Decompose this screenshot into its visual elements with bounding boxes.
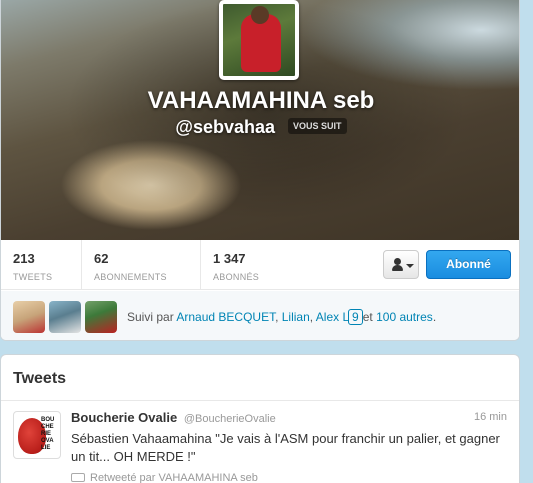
stat-followers-count: 1 347 bbox=[213, 251, 246, 266]
tweet-timestamp[interactable]: 16 min bbox=[474, 411, 507, 423]
tweets-card: Tweets BOU CHE RIE OVA LIE Boucherie Ova… bbox=[0, 354, 520, 483]
profile-name: VAHAAMAHINA seb bbox=[147, 87, 375, 114]
tweet-retweet-context[interactable]: Retweeté par VAHAAMAHINA seb bbox=[71, 472, 258, 483]
follows-you-badge: VOUS SUIT bbox=[288, 118, 347, 135]
text-cursor-box[interactable]: 9 bbox=[348, 309, 363, 325]
followed-by-prefix: Suivi par bbox=[127, 310, 174, 324]
follower-avatar-3[interactable] bbox=[85, 301, 117, 333]
stat-followers-label: ABONNÉS bbox=[213, 272, 260, 282]
followed-by-text: Suivi par Arnaud BECQUET, Lilian, Alex L… bbox=[127, 309, 437, 325]
user-icon bbox=[392, 258, 403, 272]
profile-handle-row: @sebvahaa VOUS SUIT bbox=[1, 117, 519, 138]
tweet-item[interactable]: BOU CHE RIE OVA LIE Boucherie Ovalie @Bo… bbox=[1, 401, 519, 483]
tweet-author[interactable]: Boucherie Ovalie @BoucherieOvalie bbox=[71, 410, 276, 425]
tweet-author-avatar[interactable]: BOU CHE RIE OVA LIE bbox=[13, 411, 61, 459]
tweet-text: Sébastien Vahaamahina "Je vais à l'ASM p… bbox=[71, 431, 500, 464]
stat-tweets-count: 213 bbox=[13, 251, 35, 266]
tweet-author-screenname[interactable]: @BoucherieOvalie bbox=[184, 413, 276, 425]
stat-following-label: ABONNEMENTS bbox=[94, 272, 167, 282]
retweet-icon bbox=[71, 472, 85, 482]
follower-link-3[interactable]: Alex L bbox=[316, 310, 349, 324]
stat-following[interactable]: 62 ABONNEMENTS bbox=[82, 240, 201, 290]
profile-header-card: VAHAAMAHINA seb @sebvahaa VOUS SUIT 213 … bbox=[0, 0, 520, 341]
stat-following-count: 62 bbox=[94, 251, 109, 266]
follower-link-2[interactable]: Lilian bbox=[282, 310, 310, 324]
stat-followers[interactable]: 1 347 ABONNÉS bbox=[201, 240, 319, 290]
follower-avatar-2[interactable] bbox=[49, 301, 81, 333]
follower-avatar-1[interactable] bbox=[13, 301, 45, 333]
followed-by-others-link[interactable]: 100 autres bbox=[376, 310, 433, 324]
profile-avatar[interactable] bbox=[219, 0, 299, 80]
tweets-section-title: Tweets bbox=[13, 370, 67, 387]
followed-by-bar: Suivi par Arnaud BECQUET, Lilian, Alex L… bbox=[1, 291, 519, 340]
tweet-author-fullname[interactable]: Boucherie Ovalie bbox=[71, 410, 177, 425]
avatar-logo-text: BOU CHE RIE OVA LIE bbox=[41, 417, 55, 451]
chevron-down-icon bbox=[406, 264, 414, 268]
avatar-player-head bbox=[251, 6, 269, 24]
profile-handle: @sebvahaa bbox=[175, 117, 276, 137]
followed-by-et: et bbox=[362, 310, 373, 324]
follower-link-1[interactable]: Arnaud BECQUET bbox=[176, 310, 275, 324]
stat-tweets-label: TWEETS bbox=[13, 272, 53, 282]
following-button[interactable]: Abonné bbox=[426, 250, 511, 279]
stat-tweets[interactable]: 213 TWEETS bbox=[1, 240, 82, 290]
user-actions-dropdown-button[interactable] bbox=[383, 250, 419, 279]
retweet-context-text: Retweeté par VAHAAMAHINA seb bbox=[90, 472, 258, 483]
followed-by-period: . bbox=[432, 310, 437, 324]
